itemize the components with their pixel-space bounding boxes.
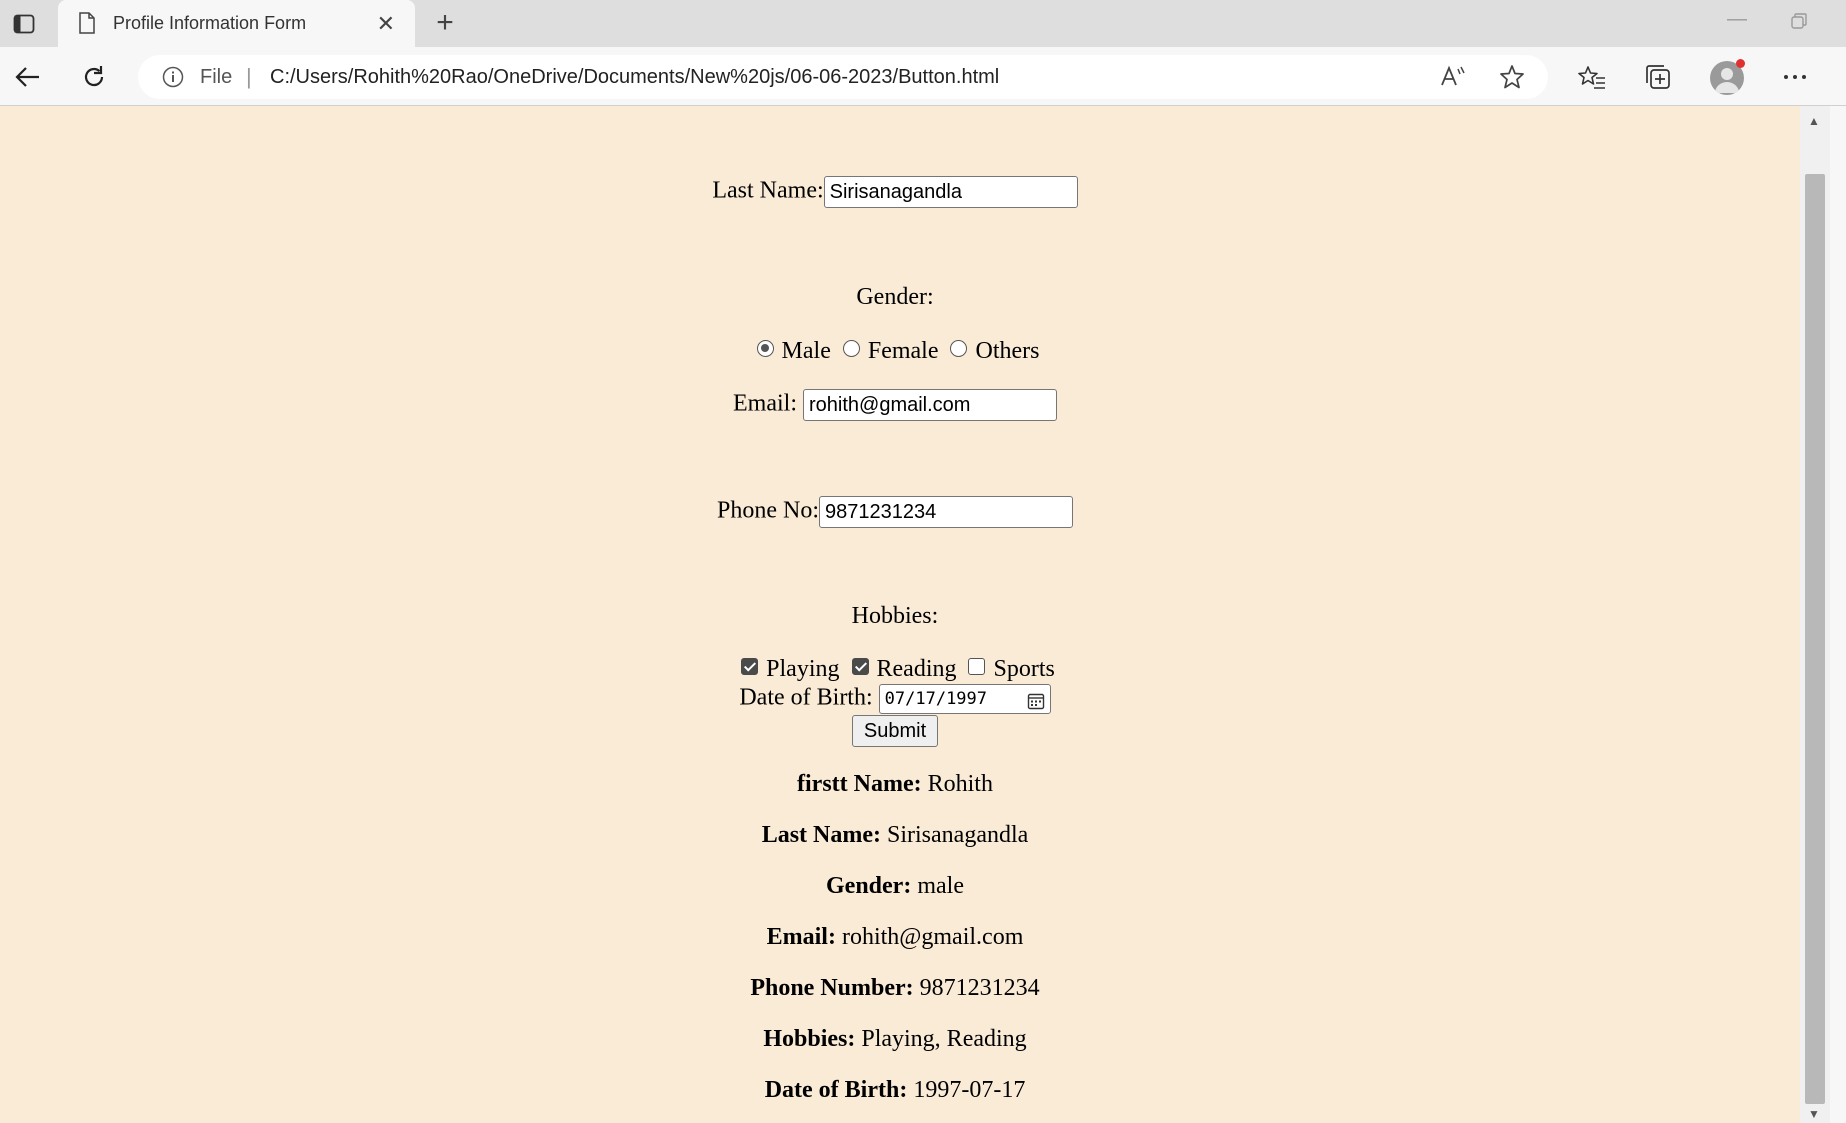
gender-option-label: Male	[781, 338, 831, 364]
result-gender: Gender: male	[0, 873, 1790, 900]
dob-input[interactable]: 07/17/1997	[878, 684, 1051, 714]
gender-radio-others[interactable]	[950, 339, 968, 357]
hobby-option-label: Reading	[876, 656, 957, 682]
result-label: Phone Number:	[750, 975, 914, 1001]
browser-tab[interactable]: Profile Information Form ✕	[58, 0, 415, 47]
hobbies-label: Hobbies:	[851, 603, 939, 629]
result-last-name: Last Name: Sirisanagandla	[0, 822, 1790, 849]
url-text[interactable]: C:/Users/Rohith%20Rao/OneDrive/Documents…	[270, 66, 999, 89]
hobby-checkbox-sports[interactable]	[968, 657, 986, 675]
page-content: Last Name: Sirisanagandla Gender: Male Fe…	[0, 106, 1800, 1123]
result-value: Playing, Reading	[861, 1026, 1027, 1052]
collections-icon[interactable]	[1640, 59, 1676, 95]
result-email: Email: rohith@gmail.com	[0, 924, 1790, 951]
hobby-option-label: Sports	[993, 656, 1055, 682]
result-label: Date of Birth:	[764, 1077, 908, 1103]
submit-button[interactable]: Submit	[851, 715, 939, 747]
result-dob: Date of Birth: 1997-07-17	[0, 1077, 1790, 1104]
gender-radio-male[interactable]	[756, 339, 774, 357]
gender-option-label: Others	[975, 338, 1040, 364]
browser-toolbar: File | C:/Users/Rohith%20Rao/OneDrive/Do…	[0, 47, 1846, 106]
result-hobbies: Hobbies: Playing, Reading	[0, 1026, 1790, 1053]
result-value: Rohith	[927, 771, 993, 797]
result-label: Hobbies:	[763, 1026, 856, 1052]
browser-titlebar: Profile Information Form ✕ + —	[0, 0, 1846, 47]
last-name-input[interactable]: Sirisanagandla	[823, 176, 1078, 208]
sidebar-edge	[1830, 106, 1846, 1123]
minimize-icon[interactable]: —	[1722, 8, 1752, 38]
restore-icon[interactable]	[1790, 12, 1810, 32]
hobby-checkbox-reading[interactable]	[851, 657, 869, 675]
reload-icon[interactable]	[76, 59, 112, 95]
scroll-up-icon[interactable]: ▲	[1808, 114, 1820, 128]
email-input[interactable]: rohith@gmail.com	[802, 389, 1057, 421]
result-value: rohith@gmail.com	[841, 924, 1024, 950]
result-first-name: firstt Name: Rohith	[0, 771, 1790, 798]
result-value: Sirisanagandla	[887, 822, 1029, 848]
result-label: firstt Name:	[797, 771, 922, 797]
new-tab-icon[interactable]: +	[430, 6, 460, 39]
dob-label: Date of Birth:	[739, 684, 873, 711]
last-name-row: Last Name: Sirisanagandla	[0, 176, 1790, 208]
tab-actions-icon[interactable]	[0, 0, 47, 47]
gender-options: Male Female Others	[0, 338, 1790, 365]
address-bar[interactable]: File | C:/Users/Rohith%20Rao/OneDrive/Do…	[138, 55, 1548, 99]
favorite-star-icon[interactable]	[1498, 63, 1526, 96]
result-label: Gender:	[826, 873, 912, 899]
email-label: Email:	[733, 390, 797, 417]
phone-row: Phone No: 9871231234	[0, 496, 1790, 528]
result-label: Last Name:	[761, 822, 881, 848]
gender-label: Gender:	[856, 284, 934, 310]
back-icon[interactable]	[10, 59, 46, 95]
favorites-icon[interactable]	[1574, 59, 1610, 95]
site-info-icon[interactable]	[162, 66, 184, 93]
result-phone: Phone Number: 9871231234	[0, 975, 1790, 1002]
email-row: Email: rohith@gmail.com	[0, 389, 1790, 421]
tab-title: Profile Information Form	[113, 13, 307, 33]
page-scrollbar[interactable]: ▲ ▼	[1800, 106, 1830, 1123]
close-tab-icon[interactable]: ✕	[377, 11, 395, 37]
result-value: male	[917, 873, 964, 899]
scroll-down-icon[interactable]: ▼	[1808, 1107, 1820, 1121]
result-value: 9871231234	[919, 975, 1040, 1001]
more-menu-icon[interactable]	[1777, 59, 1813, 95]
address-separator: |	[246, 64, 252, 89]
phone-label: Phone No:	[717, 497, 819, 524]
scheme-label: File	[200, 66, 233, 88]
gender-option-label: Female	[867, 338, 939, 364]
last-name-label: Last Name:	[712, 177, 824, 204]
notification-badge	[1736, 59, 1745, 68]
gender-radio-female[interactable]	[842, 339, 860, 357]
result-label: Email:	[766, 924, 836, 950]
phone-input[interactable]: 9871231234	[819, 496, 1073, 528]
result-value: 1997-07-17	[913, 1077, 1026, 1103]
hobby-checkbox-playing[interactable]	[741, 657, 759, 675]
submit-row: Submit	[0, 715, 1790, 747]
dob-row: Date of Birth: 07/17/1997	[0, 684, 1790, 714]
dob-input-value: 07/17/1997	[884, 689, 988, 709]
read-aloud-icon[interactable]	[1438, 63, 1466, 96]
hobby-option-label: Playing	[766, 656, 840, 682]
file-icon	[78, 12, 96, 39]
hobbies-options: Playing Reading Sports	[0, 656, 1790, 683]
scrollbar-thumb[interactable]	[1805, 174, 1825, 1104]
